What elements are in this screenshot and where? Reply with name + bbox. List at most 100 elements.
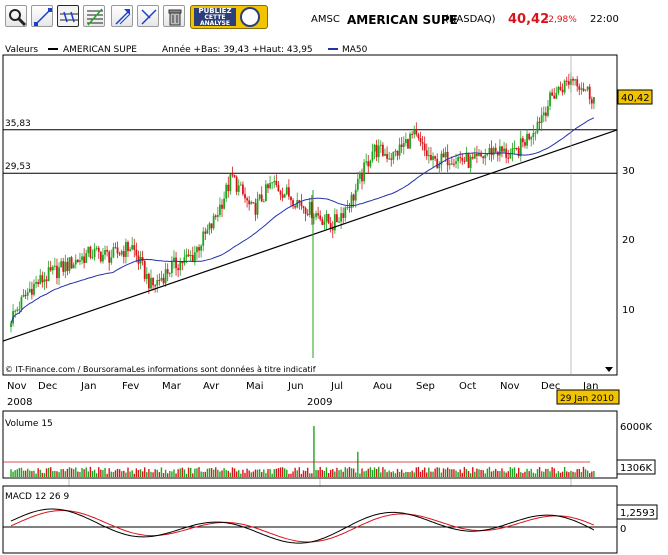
volume-bar [559, 472, 562, 477]
candle-body [480, 153, 482, 157]
candle-body [219, 204, 221, 216]
volume-bar [150, 471, 152, 477]
candle-body [453, 163, 455, 165]
volume-bar [578, 468, 580, 477]
month-label: Mar [162, 381, 182, 392]
candle-body [402, 142, 405, 147]
candle-body [457, 157, 460, 162]
volume-bar [407, 472, 409, 477]
candle-body [273, 180, 276, 183]
volume-bar [125, 472, 127, 477]
candle-body [346, 207, 349, 209]
volume-bar [206, 468, 209, 477]
candle-body [89, 246, 92, 258]
candle-body [179, 261, 182, 271]
volume-bar [66, 468, 69, 477]
volume-bar [14, 470, 16, 477]
candle-body [359, 173, 361, 179]
candle-body [369, 160, 372, 167]
volume-bar [244, 472, 246, 477]
volume-bar [198, 467, 200, 477]
volume-bar [524, 471, 526, 477]
volume-bar [217, 469, 219, 477]
volume-bar [116, 468, 119, 477]
month-label: Nov [7, 381, 27, 392]
month-label: Nov [500, 381, 520, 392]
volume-bar [436, 467, 438, 477]
candle-body [81, 256, 83, 261]
volume-bar [382, 467, 384, 477]
volume-bar [313, 426, 315, 477]
volume-bar [570, 470, 572, 477]
volume-bar [526, 468, 528, 477]
candle-body [377, 145, 380, 158]
volume-bar [160, 467, 163, 477]
volume-bar [166, 473, 169, 477]
candle-body [593, 96, 595, 104]
candle-body [432, 156, 434, 160]
volume-bar [591, 471, 593, 477]
volume-bar [212, 469, 215, 477]
current-date: 29 Jan 2010 [560, 394, 614, 404]
candle-body [396, 150, 399, 156]
volume-bar [522, 473, 524, 477]
volume-bar [423, 467, 426, 477]
candle-body [212, 215, 215, 229]
candle-body [463, 160, 466, 162]
volume-bar [304, 471, 307, 477]
volume-bar [294, 467, 296, 477]
volume-bar [221, 470, 223, 477]
volume-bar [449, 469, 451, 477]
candle-body [91, 256, 94, 258]
volume-bar [225, 470, 227, 477]
copyright-text: © IT-Finance.com / BoursoramaLes informa… [5, 364, 316, 374]
candle-body [574, 79, 577, 81]
volume-bar [39, 469, 41, 477]
volume-bar [421, 469, 424, 477]
candle-body [202, 231, 205, 246]
volume-bar [24, 470, 27, 477]
volume-bar [29, 470, 31, 477]
candle-body [476, 154, 478, 156]
volume-bar [453, 469, 455, 477]
candle-body [388, 158, 391, 160]
candle-body [425, 150, 428, 157]
legend-stats: Année +Bas: 39,43 +Haut: 43,95 [162, 44, 313, 55]
candle-body [471, 156, 474, 159]
volume-bar [62, 469, 64, 477]
volume-bar [371, 469, 374, 477]
candle-body [492, 147, 495, 156]
candle-body [239, 184, 242, 186]
volume-bar [292, 471, 294, 477]
volume-bar [348, 466, 351, 477]
volume-bar [403, 472, 405, 477]
volume-bar [323, 470, 326, 477]
volume-bar [261, 472, 263, 477]
volume-bar [110, 471, 112, 477]
volume-bar [434, 468, 436, 477]
volume-bar [252, 471, 255, 477]
volume-bar [148, 469, 150, 477]
candle-body [363, 162, 365, 182]
volume-bar [432, 471, 434, 477]
candle-body [342, 213, 345, 218]
volume-bar [152, 472, 154, 477]
year-2009: 2009 [307, 397, 332, 408]
candle-body [200, 245, 203, 251]
candle-body [28, 288, 31, 293]
candle-body [210, 223, 213, 229]
volume-bar [139, 469, 142, 477]
volume-bar [200, 471, 202, 477]
macd-pane [2, 485, 618, 554]
volume-bar [461, 472, 463, 477]
candle-body [547, 106, 549, 116]
volume-bar [536, 469, 539, 477]
candle-body [233, 175, 236, 177]
volume-bar [18, 467, 21, 477]
candle-body [494, 147, 497, 152]
volume-bar [177, 469, 179, 477]
candle-body [164, 269, 167, 284]
candle-body [327, 214, 330, 224]
volume-bar [413, 472, 415, 477]
volume-bar [49, 467, 52, 477]
